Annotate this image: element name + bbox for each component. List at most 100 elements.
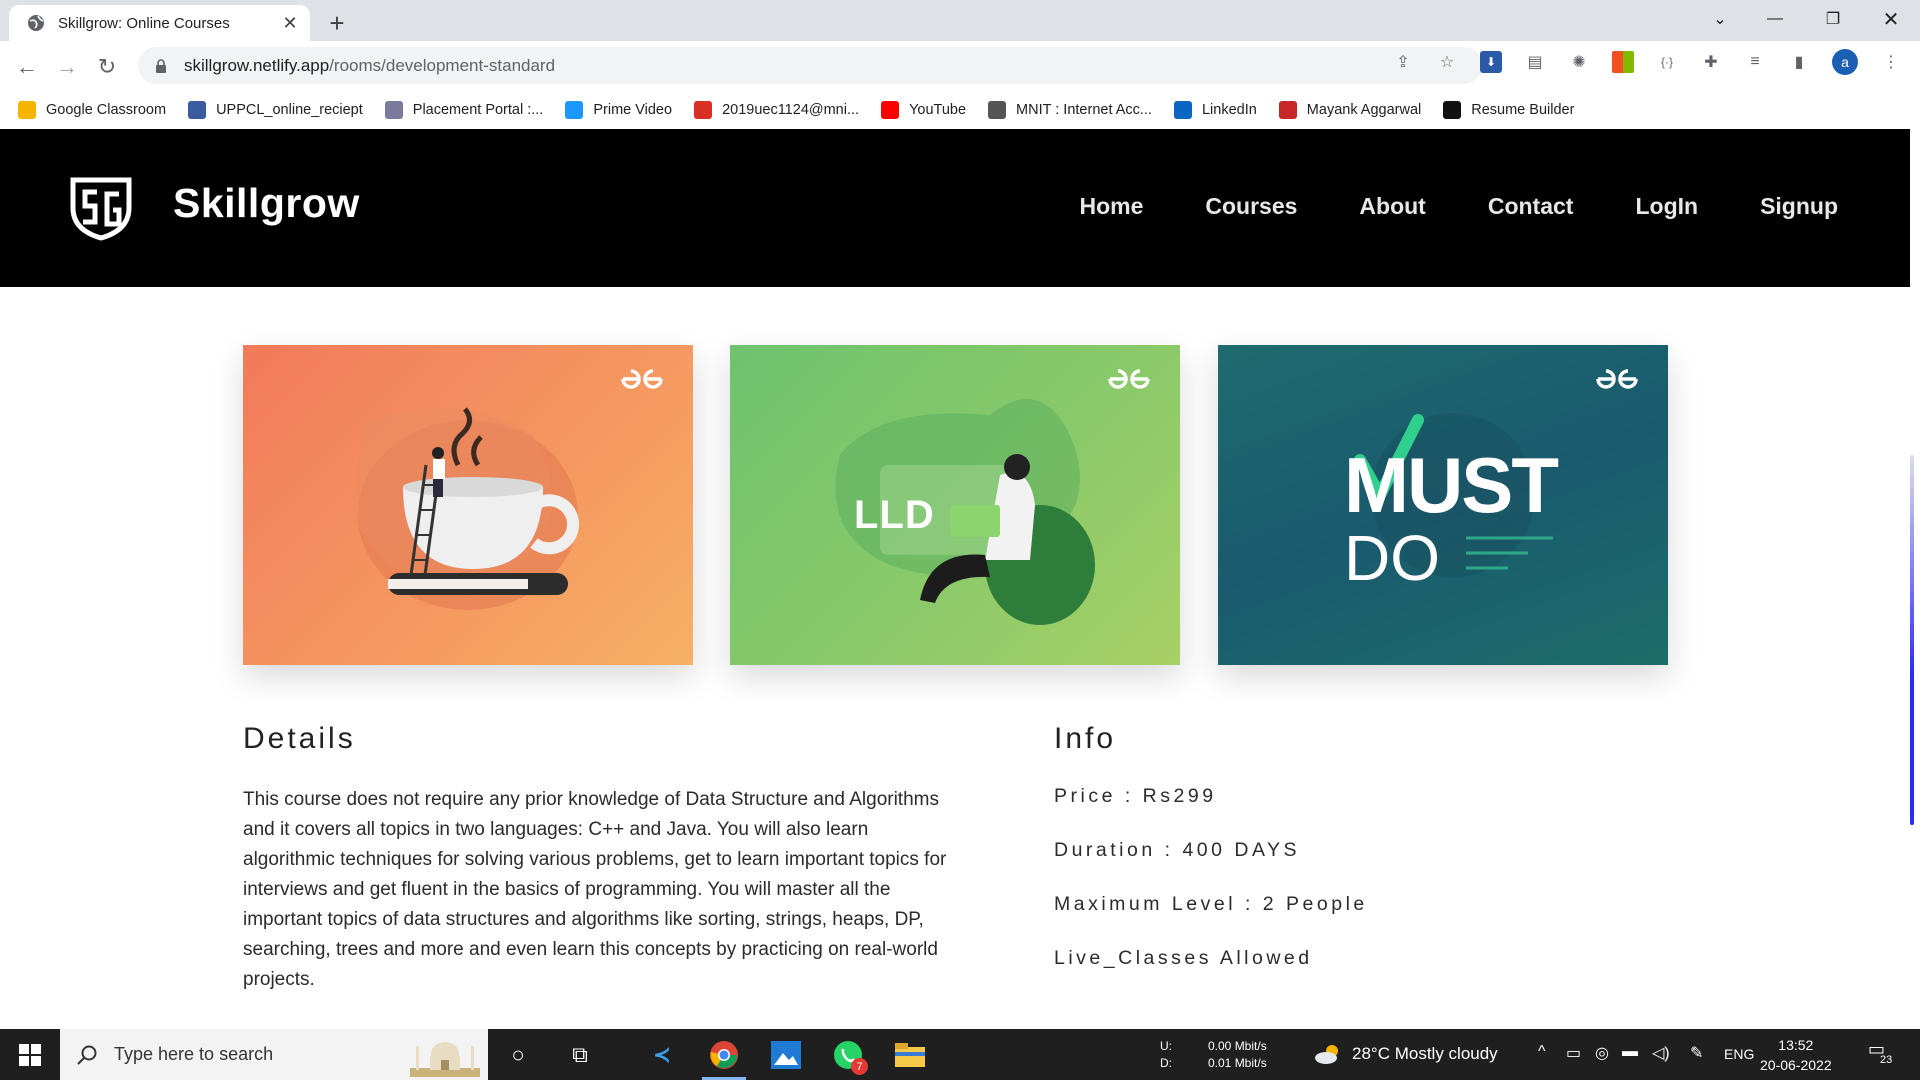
scroll-indicator[interactable] [1910, 455, 1914, 825]
show-hidden-icons[interactable]: ^ [1538, 1043, 1546, 1061]
brand-name[interactable]: Skillgrow [173, 180, 360, 227]
cortana-icon[interactable]: ○ [500, 1037, 536, 1073]
clock-time: 13:52 [1778, 1037, 1814, 1053]
coffee-cup-illustration [353, 407, 579, 610]
do-caption: DO [1344, 522, 1440, 594]
nav-home[interactable]: Home [1079, 193, 1143, 220]
reading-list-icon[interactable]: ≡ [1744, 51, 1766, 73]
volume-icon[interactable]: ◁) [1652, 1043, 1670, 1063]
net-up-label: U: [1160, 1039, 1172, 1053]
bookmark-favicon-icon [1443, 101, 1462, 119]
photos-icon[interactable] [768, 1037, 804, 1073]
info-max-level: Maximum Level : 2 People [1054, 893, 1368, 915]
bookmark-item[interactable]: Prime Video [565, 101, 672, 119]
microsoft-extension-icon[interactable] [1612, 51, 1634, 73]
info-live-classes: Live_Classes Allowed [1054, 947, 1313, 969]
extension-icon[interactable]: ▤ [1524, 51, 1546, 73]
nav-signup[interactable]: Signup [1760, 193, 1838, 220]
course-card-lld[interactable]: LLD [730, 345, 1180, 665]
bookmark-label: Google Classroom [46, 102, 167, 118]
bookmark-label: Mayank Aggarwal [1306, 102, 1422, 118]
bookmark-item[interactable]: YouTube [881, 101, 966, 119]
tab-search-icon[interactable]: ⌄ [1695, 0, 1745, 38]
url-path: /rooms/development-standard [329, 55, 556, 75]
bookmark-label: Prime Video [593, 102, 673, 118]
lock-icon [156, 58, 166, 73]
main-nav: Home Courses About Contact LogIn Signup [1079, 193, 1910, 220]
nav-login[interactable]: LogIn [1635, 193, 1698, 220]
json-extension-icon[interactable]: {·} [1656, 51, 1678, 73]
weather-widget[interactable]: 28°C Mostly cloudy [1314, 1043, 1498, 1065]
language-indicator[interactable]: ENG [1724, 1046, 1754, 1062]
bookmark-label: LinkedIn [1201, 102, 1257, 118]
bookmark-item[interactable]: LinkedIn [1173, 101, 1257, 119]
bookmark-favicon-icon [881, 101, 900, 119]
bookmark-item[interactable]: Resume Builder [1443, 101, 1574, 119]
url-host: skillgrow.netlify.app [184, 55, 330, 75]
taskbar-search[interactable]: Type here to search [60, 1029, 488, 1080]
bookmark-favicon-icon [565, 101, 584, 119]
chrome-icon[interactable] [706, 1037, 742, 1073]
bookmark-favicon-icon [384, 101, 403, 119]
battery-icon[interactable]: ▬ [1622, 1043, 1638, 1061]
forward-button[interactable]: → [51, 51, 83, 83]
new-tab-button[interactable]: + [322, 8, 352, 38]
bookmark-favicon-icon [1278, 101, 1297, 119]
menu-kebab-icon[interactable]: ⋮ [1880, 51, 1902, 73]
reload-button[interactable]: ↻ [91, 51, 123, 83]
windows-logo-icon [19, 1043, 41, 1066]
bug-extension-icon[interactable]: ✺ [1568, 51, 1590, 73]
minimize-button[interactable]: — [1750, 0, 1800, 38]
whatsapp-icon[interactable]: 7 [830, 1037, 868, 1075]
bookmark-label: UPPCL_online_reciept [216, 102, 363, 118]
task-view-icon[interactable]: ⧉ [562, 1037, 598, 1073]
nav-courses[interactable]: Courses [1205, 193, 1297, 220]
bookmark-item[interactable]: Mayank Aggarwal [1278, 101, 1422, 119]
profile-avatar[interactable]: a [1832, 49, 1858, 75]
site-header: Skillgrow Home Courses About Contact Log… [0, 129, 1910, 287]
windows-taskbar: Type here to search ○ ⧉ ≺ 7 U: D: 0.00 M… [0, 1029, 1920, 1080]
toolbar-icons: ⇪ ☆ ⬇ ▤ ✺ {·} ✚ ≡ ▮ a ⋮ [1392, 49, 1902, 75]
browser-tab[interactable]: Skillgrow: Online Courses ✕ [9, 5, 310, 41]
bookmark-label: Placement Portal :... [412, 102, 544, 118]
weather-text: 28°C Mostly cloudy [1352, 1044, 1498, 1063]
file-explorer-icon[interactable] [892, 1037, 928, 1073]
pen-icon[interactable]: ✎ [1690, 1043, 1703, 1063]
back-button[interactable]: ← [11, 51, 43, 83]
bookmark-star-icon[interactable]: ☆ [1436, 51, 1458, 73]
extensions-puzzle-icon[interactable]: ✚ [1700, 51, 1722, 73]
course-card-must-do[interactable]: MUST DO [1218, 345, 1668, 665]
search-placeholder: Type here to search [114, 1044, 274, 1064]
globe-icon [28, 15, 44, 31]
start-button[interactable] [0, 1029, 60, 1080]
course-card-dsa[interactable] [243, 345, 693, 665]
bookmark-item[interactable]: Placement Portal :... [384, 101, 544, 119]
bookmark-label: 2019uec1124@mni... [722, 102, 860, 118]
bookmark-favicon-icon [18, 101, 36, 119]
cloudy-weather-icon [1315, 1045, 1338, 1064]
bookmark-item[interactable]: Google Classroom [18, 101, 166, 119]
details-description: This course does not require any prior k… [243, 789, 947, 990]
share-icon[interactable]: ⇪ [1392, 51, 1414, 73]
bookmark-label: Resume Builder [1471, 102, 1575, 118]
network-icon[interactable]: ▭ [1566, 1043, 1581, 1063]
download-extension-icon[interactable]: ⬇ [1480, 51, 1502, 73]
skillgrow-logo-icon[interactable] [67, 174, 135, 242]
nav-contact[interactable]: Contact [1488, 193, 1574, 220]
address-bar[interactable]: skillgrow.netlify.app/rooms/development-… [138, 47, 1482, 84]
restore-button[interactable]: ❐ [1808, 0, 1858, 38]
bookmark-item[interactable]: 2019uec1124@mni... [694, 101, 859, 119]
tab-title: Skillgrow: Online Courses [58, 14, 230, 32]
bookmark-item[interactable]: UPPCL_online_reciept [188, 101, 363, 119]
close-tab-icon[interactable]: ✕ [276, 9, 304, 37]
meet-icon[interactable]: ◎ [1595, 1043, 1609, 1063]
bookmark-item[interactable]: MNIT : Internet Acc... [988, 101, 1152, 119]
clock[interactable]: 13:52 20-06-2022 [1760, 1035, 1832, 1075]
side-panel-icon[interactable]: ▮ [1788, 51, 1810, 73]
notifications-count: 23 [1880, 1054, 1893, 1066]
bookmarks-bar: Google Classroom UPPCL_online_reciept Plac… [0, 91, 1920, 129]
nav-about[interactable]: About [1359, 193, 1425, 220]
vscode-icon[interactable]: ≺ [644, 1037, 680, 1073]
close-window-button[interactable]: ✕ [1866, 0, 1916, 38]
info-heading: Info [1054, 722, 1117, 755]
